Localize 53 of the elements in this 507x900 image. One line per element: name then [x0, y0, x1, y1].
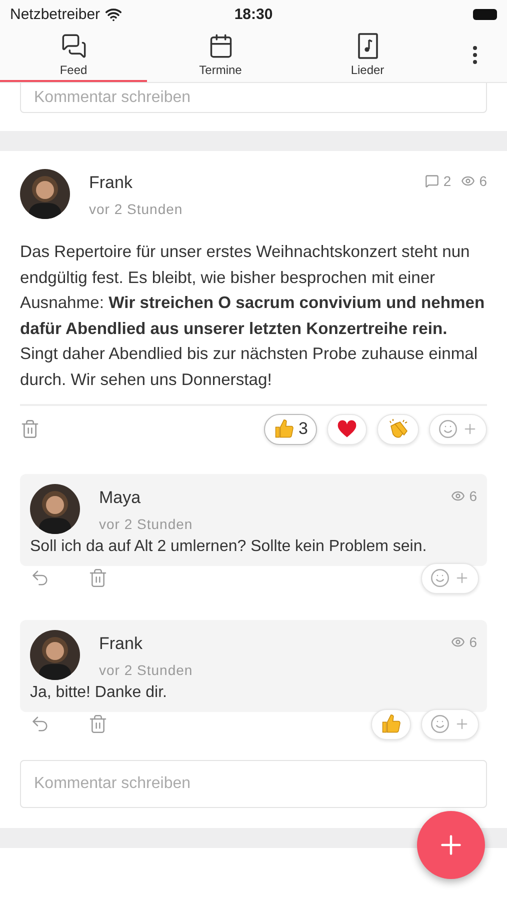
reply-button[interactable]	[30, 714, 50, 734]
thumbs-up-icon	[272, 418, 295, 440]
delete-button[interactable]	[88, 714, 108, 734]
calendar-icon	[208, 33, 234, 59]
reply-text: Soll ich da auf Alt 2 umlernen? Sollte kein Problem sein.	[30, 538, 428, 556]
delete-icon[interactable]	[20, 419, 40, 439]
avatar	[30, 484, 80, 534]
nav-tab[interactable]: Lieder	[294, 28, 441, 82]
view-count: 6	[469, 634, 477, 650]
comment-field[interactable]: Kommentar schreiben	[20, 760, 487, 808]
views-icon	[451, 489, 466, 503]
plus-icon	[462, 421, 478, 437]
views-icon	[461, 174, 476, 188]
chat-icon	[60, 33, 86, 59]
carrier-name: Netzbetreiber	[10, 6, 100, 22]
avatar	[20, 169, 70, 219]
reply-button[interactable]	[30, 568, 50, 588]
reaction-button[interactable]	[377, 414, 419, 444]
view-count: 6	[469, 488, 477, 504]
heart-icon	[336, 418, 358, 440]
smiley-icon	[438, 419, 458, 439]
reaction-button[interactable]	[371, 708, 411, 740]
post-time: vor 2 Stunden	[89, 201, 183, 217]
comment-icon	[425, 174, 440, 188]
nav-tab[interactable]: Termine	[147, 28, 294, 82]
smiley-icon	[430, 568, 450, 588]
add-reaction-button[interactable]	[421, 708, 479, 740]
reply-time: vor 2 Stunden	[99, 662, 193, 678]
plus-icon	[454, 716, 470, 732]
reaction-button[interactable]	[327, 414, 367, 444]
author-name: Maya	[99, 488, 142, 508]
add-button[interactable]	[417, 811, 485, 879]
clock-time: 18:30	[233, 6, 274, 22]
thumbs-up-icon	[380, 713, 402, 735]
music-sheet-icon	[356, 33, 378, 59]
comment-count: 2	[443, 173, 452, 189]
reaction-button[interactable]: 3	[264, 414, 317, 444]
plus-icon	[454, 570, 470, 586]
reply-text: Ja, bitte! Danke dir.	[30, 684, 168, 702]
delete-button[interactable]	[88, 568, 108, 588]
add-reaction-button[interactable]	[421, 562, 479, 594]
author-name: Frank	[89, 173, 134, 193]
view-count: 6	[479, 173, 487, 189]
reply-time: vor 2 Stunden	[99, 516, 193, 532]
battery-icon	[473, 8, 497, 20]
nav-tab[interactable]: Feed	[0, 28, 147, 82]
avatar	[30, 630, 80, 680]
smiley-icon	[430, 714, 450, 734]
post-text: Das Repertoire für unser erstes Weihnachtskonzert steht nun endgültig fest. Es bleibt, wie bisher besprochen mit einer Ausnahme: Wir streichen O sacrum convivium und nehmen dafür Abendlied aus unserer letzten Konzertreihe rein. Singt daher Abendlied bis zur nächsten Probe zuhause einmal durch. Wir sehen uns Donnerstag!	[20, 241, 486, 390]
add-reaction-button[interactable]	[429, 414, 487, 444]
views-icon	[451, 635, 466, 649]
author-name: Frank	[99, 634, 144, 654]
wifi-icon	[105, 6, 122, 22]
